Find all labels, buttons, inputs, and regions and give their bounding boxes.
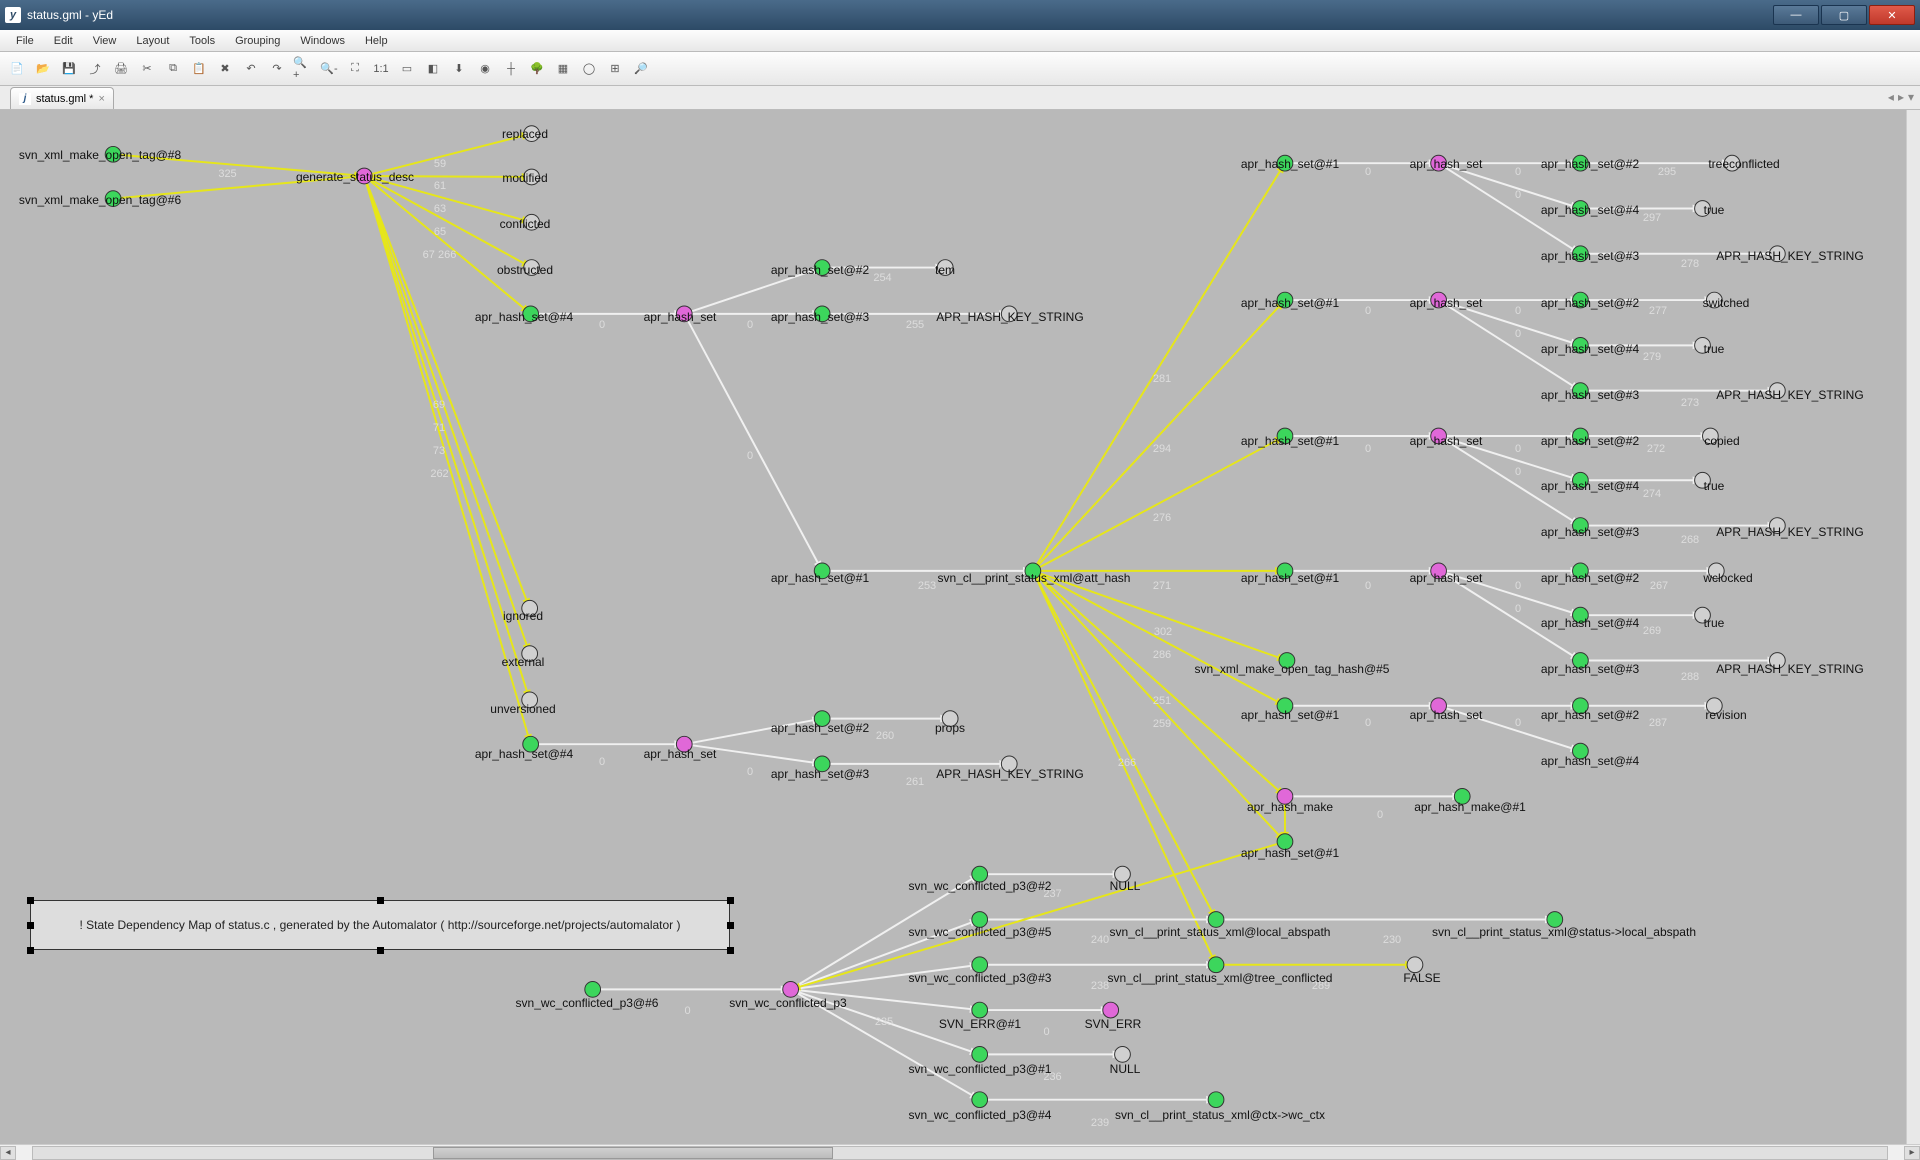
menu-file[interactable]: File — [6, 33, 44, 49]
title-bar: y status.gml - yEd — ▢ ✕ — [0, 0, 1920, 30]
selection-handle[interactable] — [377, 897, 384, 904]
new-file-icon[interactable]: 📄 — [6, 58, 28, 80]
layout-grid-icon[interactable]: ▦ — [552, 58, 574, 80]
layout-tree-icon[interactable]: 🌳 — [526, 58, 548, 80]
selection-handle[interactable] — [27, 897, 34, 904]
copy-icon[interactable]: ⧉ — [162, 58, 184, 80]
selection-handle[interactable] — [27, 947, 34, 954]
fit-selection-icon[interactable]: ◧ — [422, 58, 444, 80]
layout-hierarchic-icon[interactable]: ⬇ — [448, 58, 470, 80]
selection-handle[interactable] — [377, 947, 384, 954]
delete-icon[interactable]: ✖ — [214, 58, 236, 80]
tab-label: status.gml * — [36, 93, 93, 105]
document-icon: j — [19, 93, 31, 105]
layout-orthogonal-icon[interactable]: ┼ — [500, 58, 522, 80]
undo-icon[interactable]: ↶ — [240, 58, 262, 80]
zoom-area-icon[interactable]: ▭ — [396, 58, 418, 80]
layout-circular-icon[interactable]: ◯ — [578, 58, 600, 80]
menu-tools[interactable]: Tools — [179, 33, 225, 49]
zoom-fit-icon[interactable]: ⛶ — [344, 58, 366, 80]
graph-canvas[interactable]: 3255961636567 26669717326200025425525328… — [0, 110, 1920, 1144]
menu-windows[interactable]: Windows — [290, 33, 355, 49]
selection-handle[interactable] — [727, 947, 734, 954]
cut-icon[interactable]: ✂ — [136, 58, 158, 80]
selection-handle[interactable] — [727, 897, 734, 904]
toggle-grid-icon[interactable]: ⊞ — [604, 58, 626, 80]
menu-help[interactable]: Help — [355, 33, 398, 49]
toolbar: 📄📂💾⤴🖨✂⧉📋✖↶↷🔍+🔍-⛶1:1▭◧⬇◉┼🌳▦◯⊞🔎 — [0, 52, 1920, 86]
scroll-thumb[interactable] — [433, 1147, 833, 1159]
vertical-scrollbar[interactable] — [1906, 110, 1920, 1144]
tab-status-gml[interactable]: j status.gml * × — [10, 87, 114, 109]
annotation-box[interactable]: ! State Dependency Map of status.c , gen… — [30, 900, 730, 950]
open-file-icon[interactable]: 📂 — [32, 58, 54, 80]
scroll-right-icon[interactable]: ▸ — [1904, 1146, 1920, 1160]
paste-icon[interactable]: 📋 — [188, 58, 210, 80]
horizontal-scrollbar[interactable]: ◂ ▸ — [0, 1144, 1920, 1160]
app-icon: y — [5, 7, 21, 23]
close-button[interactable]: ✕ — [1869, 5, 1915, 25]
minimize-button[interactable]: — — [1773, 5, 1819, 25]
toggle-magnify-icon[interactable]: 🔎 — [630, 58, 652, 80]
maximize-button[interactable]: ▢ — [1821, 5, 1867, 25]
tab-bar: j status.gml * × ◂ ▸ ▾ — [0, 86, 1920, 110]
tab-close-icon[interactable]: × — [98, 93, 104, 105]
zoom-100-icon[interactable]: 1:1 — [370, 58, 392, 80]
tab-prev-icon[interactable]: ◂ — [1888, 90, 1894, 104]
tab-next-icon[interactable]: ▸ — [1898, 90, 1904, 104]
tab-list-icon[interactable]: ▾ — [1908, 90, 1914, 104]
menu-grouping[interactable]: Grouping — [225, 33, 290, 49]
redo-icon[interactable]: ↷ — [266, 58, 288, 80]
scroll-left-icon[interactable]: ◂ — [0, 1146, 16, 1160]
save-icon[interactable]: 💾 — [58, 58, 80, 80]
menu-edit[interactable]: Edit — [44, 33, 83, 49]
scroll-track[interactable] — [32, 1146, 1888, 1160]
selection-handle[interactable] — [727, 922, 734, 929]
menu-layout[interactable]: Layout — [126, 33, 179, 49]
zoom-in-icon[interactable]: 🔍+ — [292, 58, 314, 80]
layout-organic-icon[interactable]: ◉ — [474, 58, 496, 80]
menu-view[interactable]: View — [83, 33, 127, 49]
window-title: status.gml - yEd — [27, 8, 1773, 22]
print-icon[interactable]: 🖨 — [110, 58, 132, 80]
selection-handle[interactable] — [27, 922, 34, 929]
zoom-out-icon[interactable]: 🔍- — [318, 58, 340, 80]
menu-bar: FileEditViewLayoutToolsGroupingWindowsHe… — [0, 30, 1920, 52]
export-icon[interactable]: ⤴ — [84, 58, 106, 80]
